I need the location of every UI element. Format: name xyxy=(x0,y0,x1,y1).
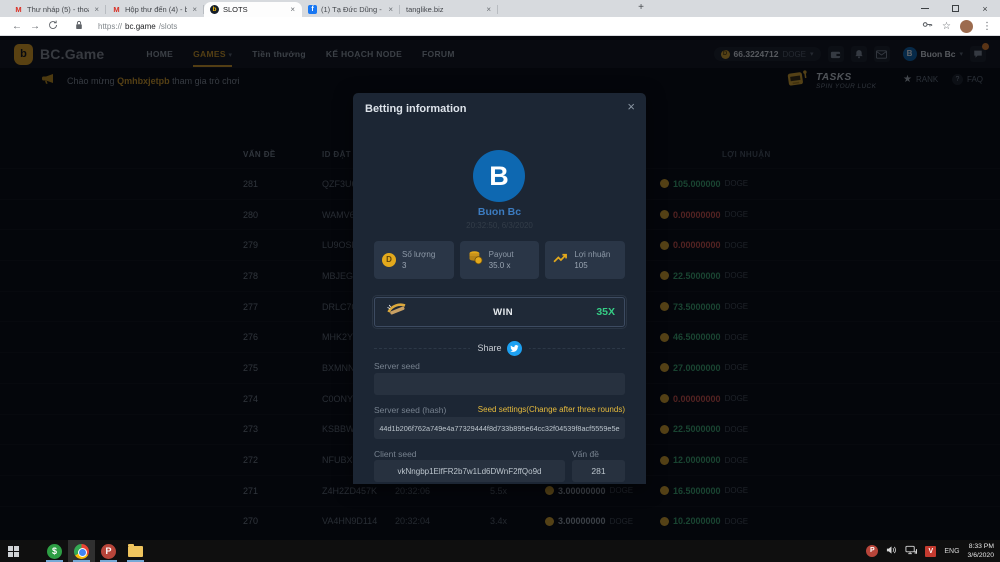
stat-amount: D Số lượng 3 xyxy=(374,241,454,279)
volume-icon[interactable] xyxy=(886,542,897,560)
share-row: Share xyxy=(374,340,625,356)
tray-picpick-icon[interactable]: P xyxy=(866,545,878,557)
twitter-icon[interactable] xyxy=(507,341,522,356)
server-seed-hash-label: Server seed (hash) xyxy=(374,405,446,415)
start-button[interactable] xyxy=(0,540,27,562)
taskbar-picpick[interactable]: P xyxy=(95,540,122,562)
screen: M Thư nháp (5) - thoai14071997@ × M Hộp … xyxy=(0,0,1000,562)
win-label: WIN xyxy=(410,307,596,318)
taskbar-file-explorer[interactable] xyxy=(122,540,149,562)
forward-icon[interactable]: → xyxy=(26,21,44,32)
browser-tab-strip: M Thư nháp (5) - thoai14071997@ × M Hộp … xyxy=(0,0,1000,17)
seed-settings-link[interactable]: Seed settings(Change after three rounds) xyxy=(478,405,625,414)
tab-close-icon[interactable]: × xyxy=(387,5,394,14)
modal-title: Betting information xyxy=(365,103,466,115)
bet-stats: D Số lượng 3 Payout 35.0 x xyxy=(374,241,625,279)
taskbar-dollar-app[interactable]: $ xyxy=(41,540,68,562)
stat-profit: Lợi nhuận 105 xyxy=(545,241,625,279)
win-result-banner: WIN 35X xyxy=(374,297,625,327)
coin-icon: D xyxy=(382,253,396,267)
language-indicator[interactable]: ENG xyxy=(944,548,959,555)
address-text[interactable]: https://bc.game/slots xyxy=(98,22,922,31)
new-tab-button[interactable]: + xyxy=(634,2,648,15)
browser-profile-avatar[interactable] xyxy=(960,20,973,33)
tab-tanglike[interactable]: tanglike.biz × xyxy=(400,2,498,17)
gmail-icon: M xyxy=(14,5,23,14)
server-seed-field[interactable] xyxy=(374,373,625,395)
tab-title: (1) Tạ Đức Dũng - Bông Thanh N xyxy=(321,5,383,14)
refresh-icon[interactable] xyxy=(44,20,62,33)
server-seed-label: Server seed xyxy=(374,361,420,371)
tab-slots-active[interactable]: b SLOTS × xyxy=(204,2,302,17)
modal-close-icon[interactable]: × xyxy=(627,99,635,114)
window-close-button[interactable]: × xyxy=(970,0,1000,17)
window-controls: × xyxy=(910,0,1000,17)
tab-title: tanglike.biz xyxy=(406,5,481,14)
pickaxe-icon xyxy=(384,300,410,325)
tab-title: Thư nháp (5) - thoai14071997@ xyxy=(27,5,89,14)
win-multiplier: 35X xyxy=(596,306,615,318)
windows-taskbar: $ P P V ENG 8:33 PM 3/6/2020 xyxy=(0,540,1000,562)
folder-icon xyxy=(128,546,143,557)
bcgame-favicon: b xyxy=(210,5,219,14)
tab-close-icon[interactable]: × xyxy=(191,5,198,14)
server-seed-hash-field[interactable]: 44d1b206f762a749e4a77329444f8d733b895e64… xyxy=(374,417,625,439)
player-name[interactable]: Buon Bc xyxy=(353,206,646,218)
tab-close-icon[interactable]: × xyxy=(289,5,296,14)
bet-timestamp: 20:32:50, 6/3/2020 xyxy=(353,221,646,230)
chrome-icon xyxy=(74,544,89,559)
window-minimize-button[interactable] xyxy=(910,0,940,17)
betting-information-modal: Betting information × B Buon Bc 20:32:50… xyxy=(353,93,646,484)
tab-gmail-inbox[interactable]: M Hộp thư đến (4) - bcgameboun × xyxy=(106,2,204,17)
issue-field[interactable]: 281 xyxy=(572,460,625,482)
trend-up-icon xyxy=(553,251,568,269)
client-seed-field[interactable]: vkNngbp1ElfFR2b7w1Ld6DWnF2ffQo9d xyxy=(374,460,565,482)
player-avatar: B xyxy=(473,150,525,202)
back-icon[interactable]: ← xyxy=(8,21,26,32)
padlock-icon[interactable] xyxy=(70,20,88,33)
bookmark-star-icon[interactable]: ☆ xyxy=(942,21,951,32)
browser-url-bar: ← → https://bc.game/slots ☆ ⋮ xyxy=(0,17,1000,36)
share-button[interactable]: Share xyxy=(470,341,528,356)
tab-facebook[interactable]: f (1) Tạ Đức Dũng - Bông Thanh N × xyxy=(302,2,400,17)
client-seed-label: Client seed xyxy=(374,449,417,459)
bcgame-page: b BC.Game HOME GAMES ▾ Tiền thưởng KẾ HO… xyxy=(0,36,1000,540)
tab-close-icon[interactable]: × xyxy=(93,5,100,14)
stat-payout: Payout 35.0 x xyxy=(460,241,540,279)
tab-gmail-drafts[interactable]: M Thư nháp (5) - thoai14071997@ × xyxy=(8,2,106,17)
window-maximize-button[interactable] xyxy=(940,0,970,17)
taskbar-chrome[interactable] xyxy=(68,540,95,562)
tab-title: SLOTS xyxy=(223,5,285,14)
tab-title: Hộp thư đến (4) - bcgameboun xyxy=(125,5,187,14)
network-display-icon[interactable] xyxy=(905,542,917,560)
gmail-icon: M xyxy=(112,5,121,14)
key-icon[interactable] xyxy=(922,17,933,35)
share-label: Share xyxy=(477,343,501,353)
tab-close-icon[interactable]: × xyxy=(485,5,492,14)
tray-v-app-icon[interactable]: V xyxy=(925,546,936,557)
issue-label: Vấn đề xyxy=(572,449,599,459)
coins-stack-icon xyxy=(468,250,483,270)
facebook-icon: f xyxy=(308,5,317,14)
system-clock[interactable]: 8:33 PM 3/6/2020 xyxy=(968,542,994,560)
browser-menu-icon[interactable]: ⋮ xyxy=(982,21,992,32)
